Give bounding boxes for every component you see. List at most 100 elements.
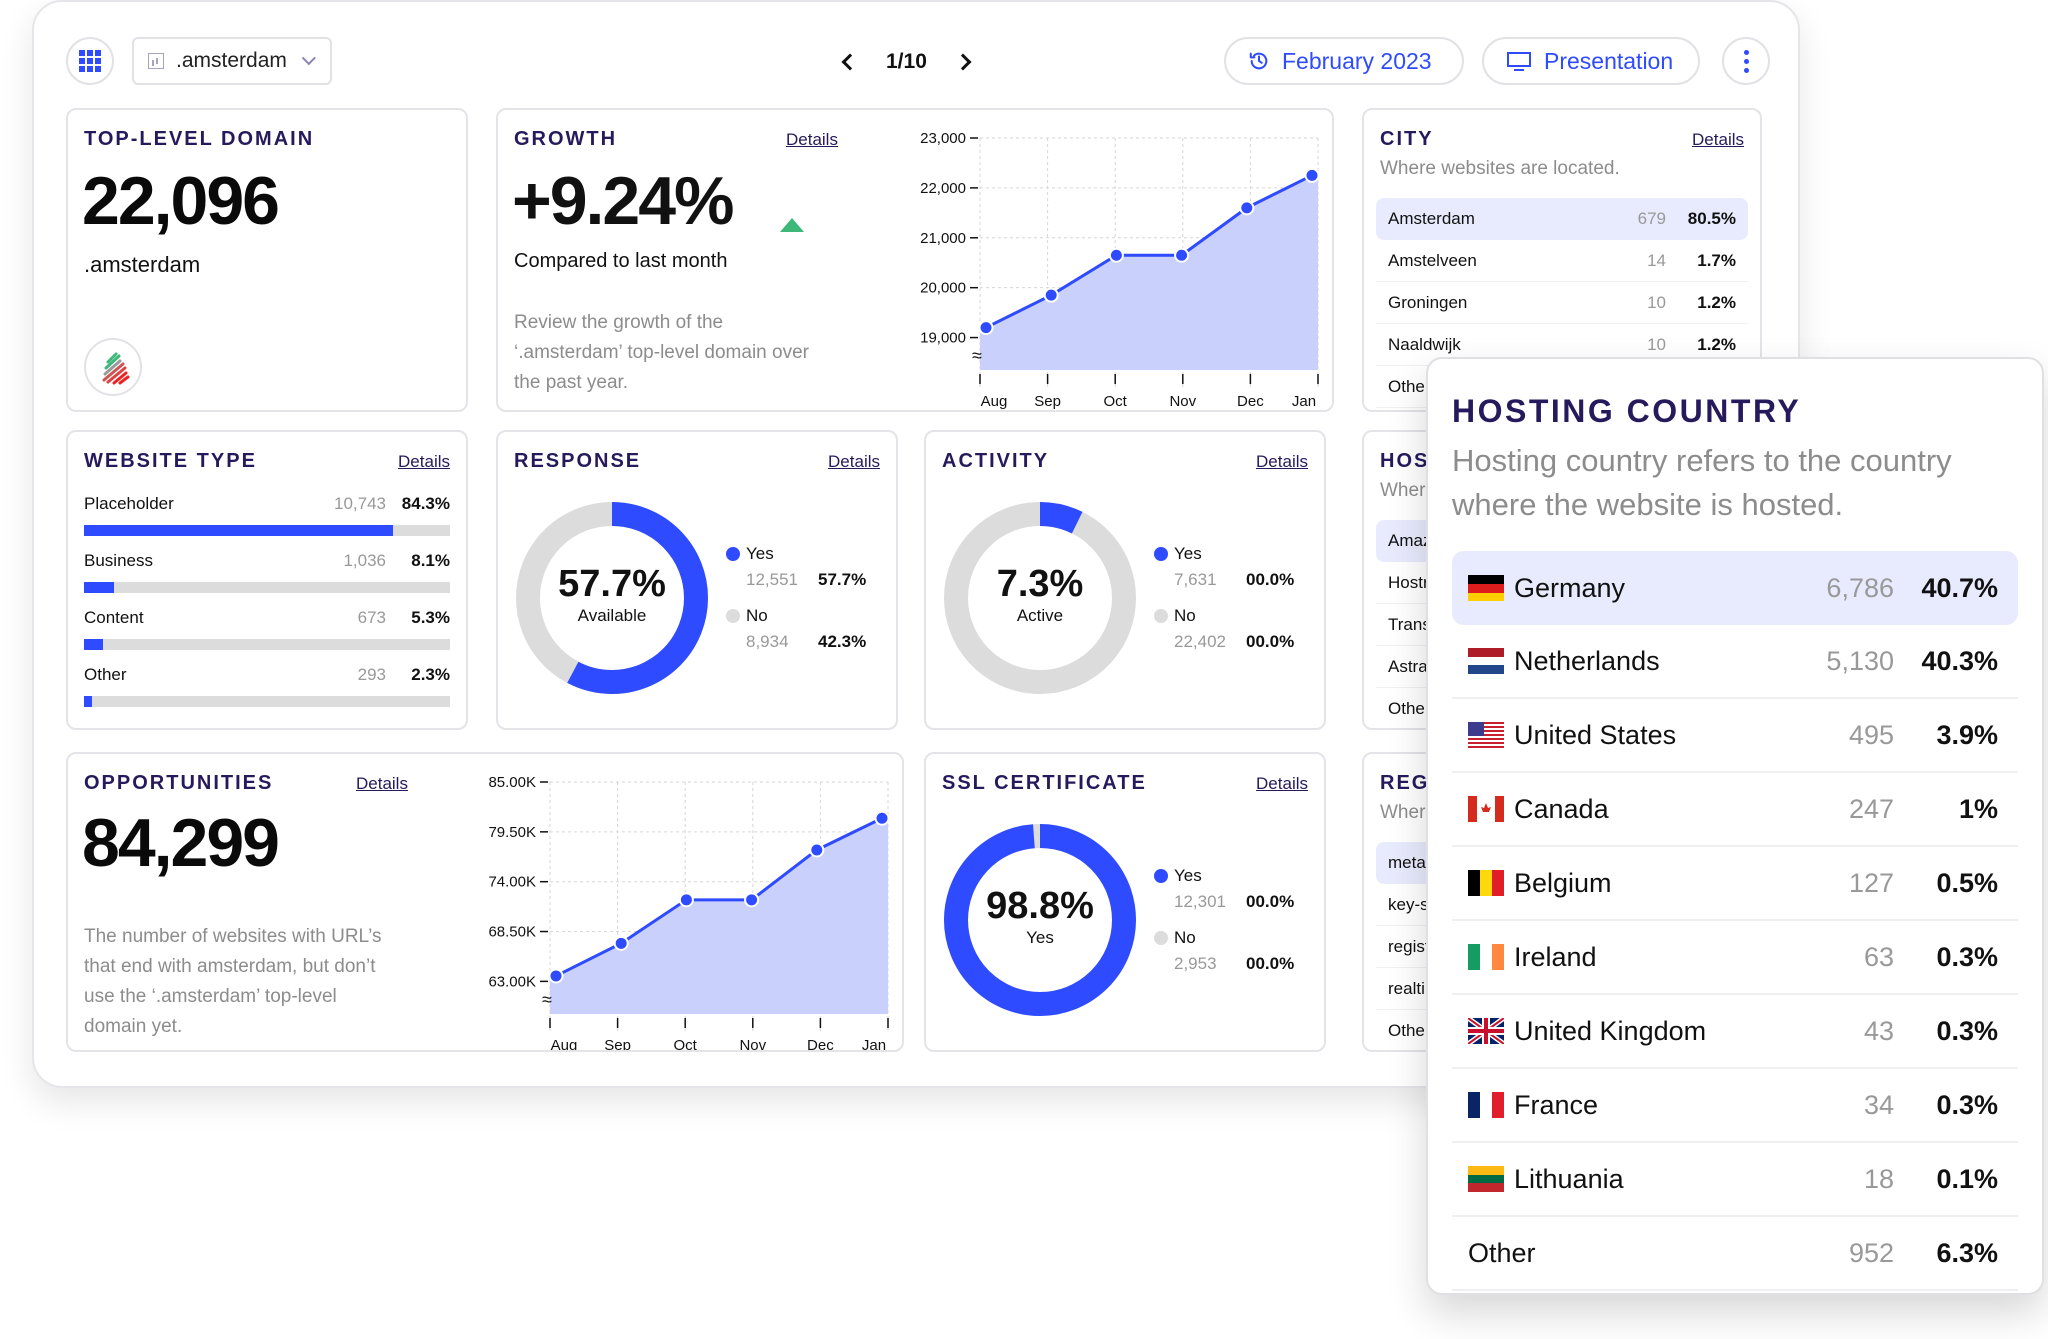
website-type-card: WEBSITE TYPE Details Placeholder 10,743 84… (66, 430, 468, 730)
response-donut: 57.7% Available (514, 500, 710, 696)
details-link[interactable]: Details (1692, 130, 1744, 150)
activity-legend: Yes 7,631 00.0% No 22,402 00.0% (1154, 544, 1314, 668)
data-point[interactable] (1108, 247, 1124, 263)
donut-center: 57.7% Available (514, 500, 710, 696)
y-tick-label: 20,000 (920, 280, 966, 297)
legend-dot-icon (726, 547, 740, 561)
data-point[interactable] (1174, 247, 1190, 263)
x-tick-label: Jan (1292, 393, 1316, 410)
data-point[interactable] (1304, 167, 1320, 183)
country-count: 63 (1863, 941, 1894, 972)
grid-icon (79, 50, 101, 72)
previous-page-button[interactable] (841, 53, 859, 71)
more-options-button[interactable] (1722, 37, 1770, 85)
type-name: Placeholder (84, 494, 174, 513)
list-item[interactable]: Amsterdam 679 80.5% (1376, 198, 1748, 240)
city-name: Amsterdam (1388, 209, 1475, 228)
legend-item: Yes 7,631 00.0% (1154, 544, 1314, 590)
city-count: 14 (1647, 250, 1666, 270)
progress-track (84, 639, 450, 650)
details-link[interactable]: Details (786, 130, 838, 150)
date-button[interactable]: February 2023 (1224, 37, 1464, 85)
country-count: 127 (1848, 867, 1894, 898)
data-point[interactable] (1043, 287, 1059, 303)
country-row[interactable]: Netherlands 5,130 40.3% (1452, 625, 2018, 699)
card-title: CITY (1380, 128, 1434, 150)
country-pct: 0.3% (1936, 1015, 1998, 1046)
data-point[interactable] (678, 892, 694, 908)
city-name: Groningen (1388, 292, 1468, 312)
country-row[interactable]: Belgium 127 0.5% (1452, 847, 2018, 921)
country-list: Germany 6,786 40.7% Netherlands 5,130 40.3% Un… (1452, 551, 2018, 1291)
details-link[interactable]: Details (828, 452, 880, 472)
website-type-row[interactable]: Placeholder 10,743 84.3% (84, 492, 450, 542)
country-pct: 0.5% (1936, 867, 1998, 898)
country-row[interactable]: France 34 0.3% (1452, 1069, 2018, 1143)
city-name: Amstelveen (1388, 250, 1477, 270)
area-fill (980, 175, 1318, 370)
country-pct: 40.3% (1921, 645, 1998, 676)
data-point[interactable] (809, 842, 825, 858)
donut-label: Active (1016, 605, 1064, 625)
data-point[interactable] (978, 320, 994, 336)
growth-description: Review the growth of the ‘.amsterdam’ to… (514, 312, 809, 393)
country-count: 18 (1863, 1163, 1894, 1194)
y-tick-label: 63.00K (488, 973, 536, 990)
country-row[interactable]: Ireland 63 0.3% (1452, 921, 2018, 995)
response-card: RESPONSE Details 57.7% Available Yes 12,55… (496, 430, 898, 730)
data-point[interactable] (613, 935, 629, 951)
amsterdam-logo-icon (102, 352, 130, 385)
country-name: France (1514, 1089, 1599, 1120)
list-item[interactable]: Groningen 10 1.2% (1376, 282, 1748, 324)
legend-dot-icon (1154, 609, 1168, 623)
legend-item: No 22,402 00.0% (1154, 606, 1314, 652)
tld-select[interactable]: .amsterdam (132, 37, 332, 85)
website-type-row[interactable]: Business 1,036 8.1% (84, 549, 450, 599)
legend-count: 12,551 (746, 570, 798, 589)
country-row[interactable]: Canada 247 1% (1452, 773, 2018, 847)
presentation-button-label: Presentation (1544, 47, 1674, 74)
presentation-button[interactable]: Presentation (1482, 37, 1700, 85)
more-vertical-icon (1743, 49, 1749, 73)
ssl-donut: 98.8% Yes (942, 822, 1138, 1018)
country-row[interactable]: United States 495 3.9% (1452, 699, 2018, 773)
top-level-domain-card: TOP-LEVEL DOMAIN 22,096 .amsterdam (66, 108, 468, 412)
list-item[interactable]: Amstelveen 14 1.7% (1376, 240, 1748, 282)
details-link[interactable]: Details (1256, 452, 1308, 472)
x-tick-label: Nov (1169, 393, 1196, 410)
next-page-button[interactable] (954, 53, 972, 71)
data-point[interactable] (1239, 200, 1255, 216)
details-link[interactable]: Details (1256, 774, 1308, 794)
legend-pct: 57.7% (818, 570, 867, 589)
city-pct: 80.5% (1687, 209, 1736, 228)
legend-pct: 00.0% (1246, 892, 1295, 911)
country-row[interactable]: United Kingdom 43 0.3% (1452, 995, 2018, 1069)
details-link[interactable]: Details (398, 452, 450, 472)
legend-dot-icon (1154, 869, 1168, 883)
activity-donut: 7.3% Active (942, 500, 1138, 696)
card-title: GROWTH (514, 128, 618, 150)
apps-menu-button[interactable] (66, 37, 114, 85)
country-row[interactable]: Other 952 6.3% (1452, 1217, 2018, 1291)
bar-chart-icon (148, 53, 164, 69)
country-row[interactable]: Lithuania 18 0.1% (1452, 1143, 2018, 1217)
legend-label: No (746, 606, 768, 625)
country-name: United Kingdom (1514, 1015, 1707, 1046)
type-pct: 84.3% (401, 494, 450, 513)
hosting-country-popup: HOSTING COUNTRY Hosting country refers t… (1426, 357, 2044, 1295)
website-type-row[interactable]: Content 673 5.3% (84, 606, 450, 656)
x-tick-label: Aug (981, 393, 1008, 410)
page-indicator: 1/10 (886, 50, 927, 73)
data-point[interactable] (548, 968, 564, 984)
country-name: Belgium (1514, 867, 1612, 898)
website-type-row[interactable]: Other 293 2.3% (84, 663, 450, 713)
card-title: ACTIVITY (942, 450, 1050, 472)
opportunities-value: 84,299 (82, 805, 280, 881)
country-pct: 3.9% (1936, 719, 1998, 750)
type-pct: 2.3% (411, 665, 450, 684)
country-row[interactable]: Germany 6,786 40.7% (1452, 551, 2018, 625)
data-point[interactable] (744, 892, 760, 908)
details-link[interactable]: Details (356, 774, 408, 794)
legend-label: Yes (746, 544, 774, 563)
data-point[interactable] (874, 810, 890, 826)
